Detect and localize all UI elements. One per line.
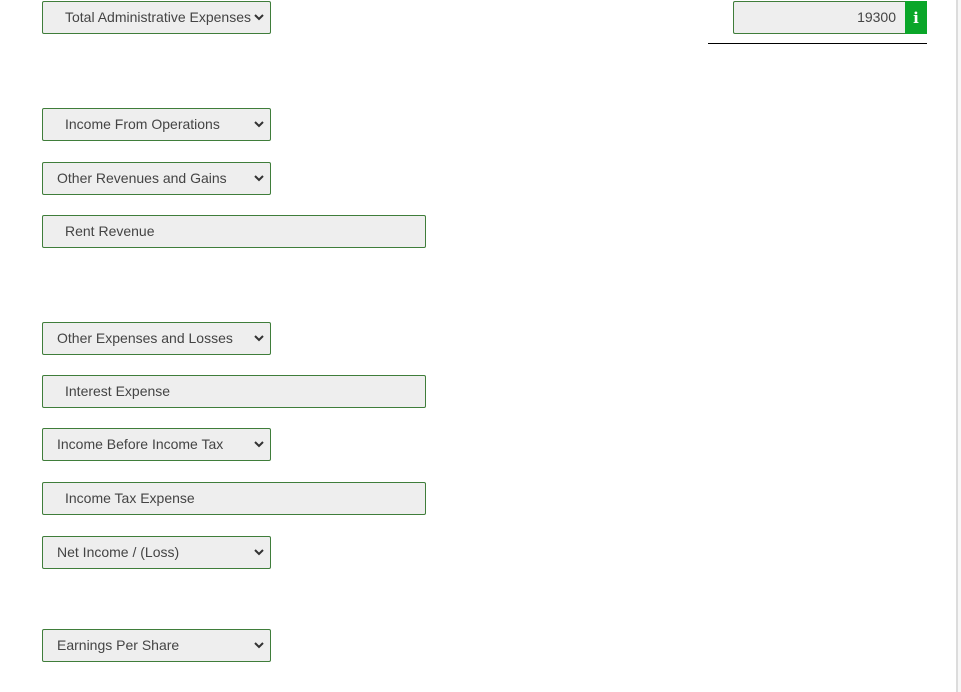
field-label: Interest Expense [65, 383, 171, 399]
other-expenses-losses-select[interactable]: Other Expenses and Losses [42, 322, 271, 355]
select-label: Earnings Per Share [57, 637, 180, 653]
scrollbar-track[interactable] [956, 0, 961, 692]
net-income-select[interactable]: Net Income / (Loss) [42, 536, 271, 569]
other-revenues-gains-select[interactable]: Other Revenues and Gains [42, 162, 271, 195]
select-label: Income Before Income Tax [57, 436, 224, 452]
info-button[interactable]: i [905, 1, 927, 34]
income-before-tax-select[interactable]: Income Before Income Tax [42, 428, 271, 461]
select-label: Other Revenues and Gains [57, 170, 227, 186]
select-label: Total Administrative Expenses [65, 9, 251, 25]
chevron-down-icon [253, 323, 265, 354]
chevron-down-icon [253, 163, 265, 194]
total-admin-expenses-amount[interactable]: 19300 [733, 1, 906, 34]
select-label: Income From Operations [65, 116, 220, 132]
field-label: Rent Revenue [65, 223, 155, 239]
total-underline [708, 43, 927, 44]
chevron-down-icon [253, 429, 265, 460]
chevron-down-icon [253, 109, 265, 140]
field-label: Income Tax Expense [65, 490, 195, 506]
chevron-down-icon [253, 2, 265, 33]
income-from-operations-select[interactable]: Income From Operations [42, 108, 271, 141]
chevron-down-icon [253, 630, 265, 661]
info-icon: i [913, 8, 919, 27]
earnings-per-share-select[interactable]: Earnings Per Share [42, 629, 271, 662]
select-label: Other Expenses and Losses [57, 330, 233, 346]
select-label: Net Income / (Loss) [57, 544, 180, 560]
income-tax-expense-field[interactable]: Income Tax Expense [42, 482, 426, 515]
interest-expense-field[interactable]: Interest Expense [42, 375, 426, 408]
rent-revenue-field[interactable]: Rent Revenue [42, 215, 426, 248]
chevron-down-icon [253, 537, 265, 568]
total-admin-expenses-select[interactable]: Total Administrative Expenses [42, 1, 271, 34]
